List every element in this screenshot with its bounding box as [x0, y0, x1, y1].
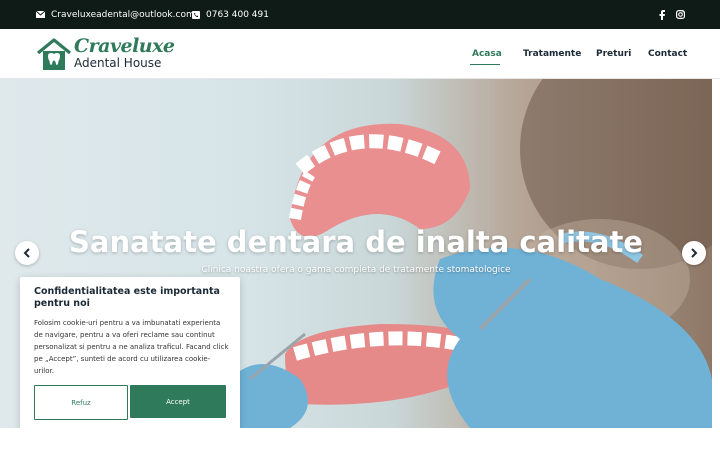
- nav-item-label: Tratamente: [523, 48, 582, 59]
- cookie-title: Confidentialitatea este importanta pentr…: [34, 286, 220, 309]
- cookie-consent-dialog: Confidentialitatea este importanta pentr…: [20, 277, 240, 429]
- instagram-icon: [676, 10, 685, 19]
- slider-next-button[interactable]: [682, 241, 706, 265]
- refuse-button[interactable]: Refuz: [34, 385, 128, 420]
- top-bar: Craveluxeadental@outlook.com 0763 400 49…: [0, 0, 720, 29]
- nav-item-contact[interactable]: Contact: [648, 29, 687, 78]
- email-contact[interactable]: Craveluxeadental@outlook.com: [36, 0, 195, 29]
- site-logo[interactable]: Craveluxe Adental House: [36, 35, 176, 73]
- facebook-icon: [659, 9, 665, 20]
- chevron-right-icon: [691, 248, 698, 258]
- house-tooth-logo-icon: [36, 38, 72, 70]
- nav-item-label: Acasa: [472, 48, 502, 59]
- logo-subtitle: Adental House: [74, 56, 162, 70]
- phone-contact[interactable]: 0763 400 491: [192, 0, 269, 29]
- chevron-left-icon: [23, 248, 30, 258]
- facebook-link[interactable]: [659, 0, 665, 29]
- phone-icon: [192, 10, 200, 19]
- nav-item-label: Contact: [648, 48, 688, 59]
- phone-text: 0763 400 491: [206, 9, 269, 20]
- nav-item-tratamente[interactable]: Tratamente: [523, 29, 581, 78]
- nav-item-preturi[interactable]: Preturi: [596, 29, 631, 78]
- logo-name: Craveluxe: [74, 35, 175, 57]
- email-text: Craveluxeadental@outlook.com: [51, 9, 195, 20]
- hero-title: Sanatate dentara de inalta calitate: [69, 225, 643, 259]
- site-header: Craveluxe Adental House Acasa Tratamente…: [0, 29, 720, 79]
- slider-prev-button[interactable]: [15, 241, 39, 265]
- envelope-icon: [36, 11, 45, 18]
- cookie-message: Folosim cookie-uri pentru a va imbunatat…: [34, 319, 229, 375]
- nav-item-acasa[interactable]: Acasa: [470, 29, 502, 78]
- instagram-link[interactable]: [676, 0, 685, 29]
- accept-button[interactable]: Accept: [130, 385, 226, 418]
- active-nav-underline: [470, 64, 500, 65]
- nav-item-label: Preturi: [596, 48, 632, 59]
- hero-subtitle: Clinica noastra ofera o gama completa de…: [201, 265, 511, 275]
- page-section-below-hero: [0, 428, 720, 450]
